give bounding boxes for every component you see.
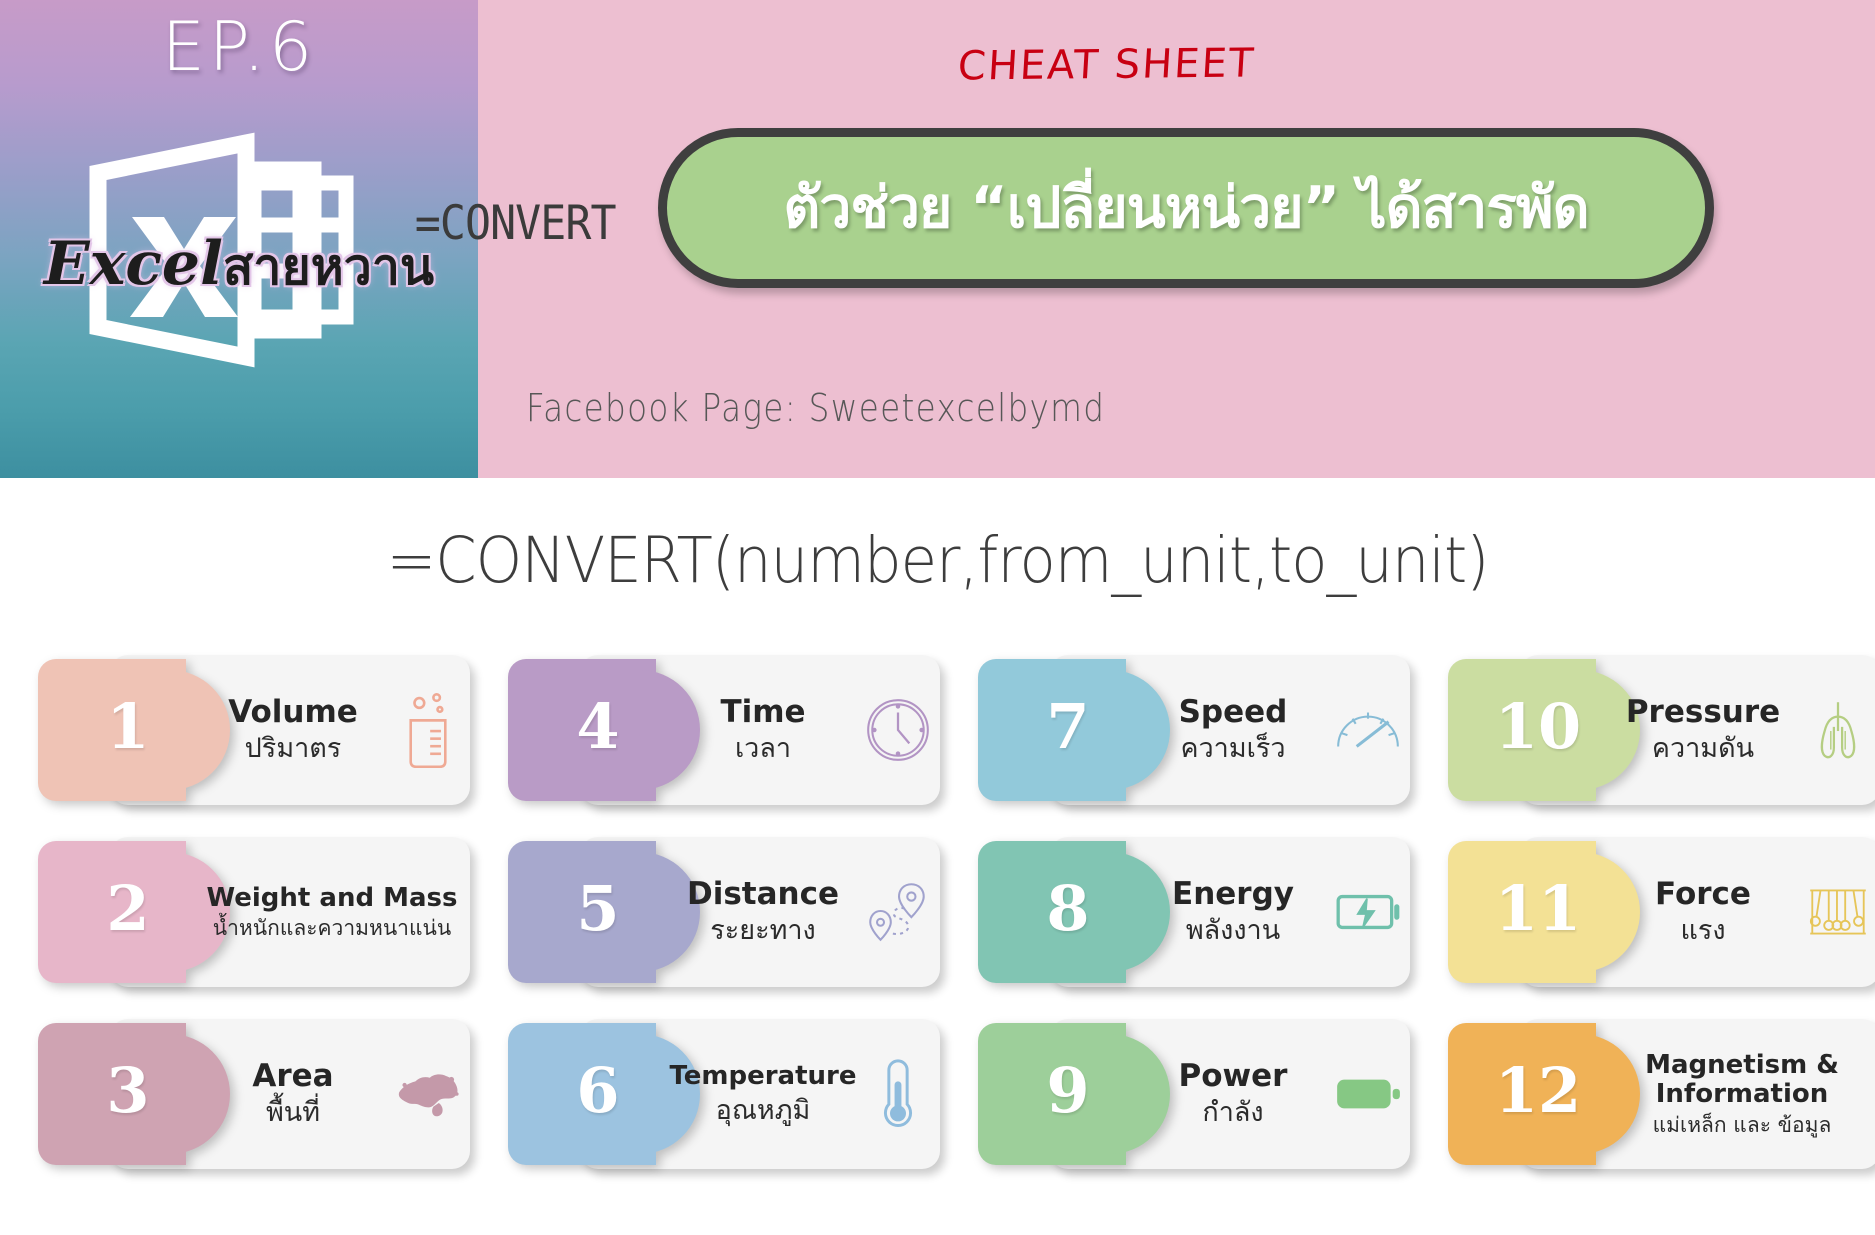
card-distance[interactable]: 5 Distance ระยะทาง <box>508 837 940 987</box>
brand-script-th: สายหวาน <box>222 238 435 296</box>
card-title-th: แม่เหล็ก และ ข้อมูล <box>1652 1113 1832 1138</box>
card-content: Temperature อุณหภูมิ <box>668 1019 940 1169</box>
card-title-en: Distance <box>686 875 840 912</box>
headline-pill: ตัวช่วย “เปลี่ยนหน่วย” ได้สารพัด <box>658 128 1714 288</box>
card-text: Force แรง <box>1608 875 1802 947</box>
card-title-th: แรง <box>1680 915 1726 947</box>
card-title-th: พลังงาน <box>1185 915 1281 947</box>
card-title-en: Energy <box>1172 875 1294 912</box>
card-energy[interactable]: 8 Energy พลังงาน <box>978 837 1410 987</box>
card-number: 6 <box>576 1053 620 1127</box>
map-icon <box>392 1054 464 1134</box>
card-temperature[interactable]: 6 Temperature อุณหภูมิ <box>508 1019 940 1169</box>
card-force[interactable]: 11 Force แรง <box>1448 837 1875 987</box>
unit-category-grid: 1 Volume ปริมาตร 4 Time เวลา 7 Speed ควา… <box>38 655 1875 1169</box>
card-title-en: Time <box>720 693 806 730</box>
header-right-panel: CHEAT SHEET =CONVERT ตัวช่วย “เปลี่ยนหน่… <box>415 0 1875 478</box>
card-text: Area พื้นที่ <box>198 1057 392 1129</box>
card-text: Volume ปริมาตร <box>198 693 392 765</box>
card-pressure[interactable]: 10 Pressure ความดัน <box>1448 655 1875 805</box>
card-content: Area พื้นที่ <box>198 1019 470 1169</box>
convert-keyword: =CONVERT <box>414 196 617 251</box>
card-text: Pressure ความดัน <box>1608 693 1802 765</box>
cheat-sheet-label: CHEAT SHEET <box>956 40 1257 90</box>
card-number: 12 <box>1494 1053 1582 1127</box>
card-title-th: พื้นที่ <box>265 1097 321 1129</box>
card-content: Weight and Mass น้ำหนักและความหนาแน่น <box>198 837 470 987</box>
card-title-en: Weight and Mass <box>206 882 458 913</box>
card-speed[interactable]: 7 Speed ความเร็ว <box>978 655 1410 805</box>
card-text: Speed ความเร็ว <box>1138 693 1332 765</box>
facebook-page-label: Facebook Page: Sweetexcelbymd <box>526 386 1106 430</box>
card-title-en: Pressure <box>1625 693 1781 730</box>
card-content: Time เวลา <box>668 655 940 805</box>
card-title-en: Magnetism & Information <box>1645 1049 1839 1109</box>
card-title-th: ระยะทาง <box>710 915 816 947</box>
card-title-th: กำลัง <box>1202 1097 1264 1129</box>
card-title-en: Temperature <box>669 1061 857 1092</box>
card-content: Distance ระยะทาง <box>668 837 940 987</box>
card-number: 5 <box>576 871 620 945</box>
card-number: 7 <box>1046 689 1090 763</box>
brand-script-en: Excel <box>43 229 223 299</box>
battery-bolt-icon <box>1332 872 1404 952</box>
card-text: Energy พลังงาน <box>1138 875 1332 947</box>
card-title-en: Area <box>252 1057 334 1094</box>
route-pin-icon <box>862 872 934 952</box>
header-banner: EP.6 Excelสายหวาน CHEAT SHEET =CONVERT ต… <box>0 0 1875 478</box>
card-number: 11 <box>1494 871 1582 945</box>
card-number: 4 <box>576 689 620 763</box>
card-content: Force แรง <box>1608 837 1875 987</box>
card-area[interactable]: 3 Area พื้นที่ <box>38 1019 470 1169</box>
clock-icon <box>862 690 934 770</box>
speedometer-icon <box>1332 690 1404 770</box>
brand-logo-panel: EP.6 Excelสายหวาน <box>0 0 478 478</box>
card-text: Time เวลา <box>668 693 862 765</box>
card-title-en: Volume <box>228 693 358 730</box>
episode-label: EP.6 <box>161 8 317 87</box>
card-content: Pressure ความดัน <box>1608 655 1875 805</box>
card-text: Weight and Mass น้ำหนักและความหนาแน่น <box>198 884 470 940</box>
card-number: 10 <box>1494 689 1582 763</box>
card-title-en: Force <box>1655 875 1751 912</box>
card-power[interactable]: 9 Power กำลัง <box>978 1019 1410 1169</box>
card-text: Power กำลัง <box>1138 1057 1332 1129</box>
card-time[interactable]: 4 Time เวลา <box>508 655 940 805</box>
thermometer-icon <box>862 1054 934 1134</box>
card-title-th: ปริมาตร <box>244 733 342 765</box>
card-content: Speed ความเร็ว <box>1138 655 1410 805</box>
card-content: Volume ปริมาตร <box>198 655 470 805</box>
lungs-icon <box>1802 690 1874 770</box>
headline-pill-text: ตัวช่วย “เปลี่ยนหน่วย” ได้สารพัด <box>783 175 1589 241</box>
card-title-th: ความดัน <box>1651 733 1755 765</box>
card-weight-and-mass[interactable]: 2 Weight and Mass น้ำหนักและความหนาแน่น <box>38 837 470 987</box>
card-number: 1 <box>106 689 150 763</box>
card-content: Magnetism & Information แม่เหล็ก และ ข้อ… <box>1608 1019 1875 1169</box>
card-title-th: อุณหภูมิ <box>715 1094 811 1126</box>
battery-icon <box>1332 1054 1404 1134</box>
card-volume[interactable]: 1 Volume ปริมาตร <box>38 655 470 805</box>
card-content: Power กำลัง <box>1138 1019 1410 1169</box>
card-title-th: ความเร็ว <box>1180 733 1286 765</box>
card-number: 3 <box>106 1053 150 1127</box>
card-number: 8 <box>1046 871 1090 945</box>
card-title-en: Power <box>1178 1057 1288 1094</box>
newton-cradle-icon <box>1802 872 1874 952</box>
card-text: Distance ระยะทาง <box>668 875 862 947</box>
brand-script: Excelสายหวาน <box>0 228 478 307</box>
beaker-icon <box>392 690 464 770</box>
card-title-th: น้ำหนักและความหนาแน่น <box>212 915 452 940</box>
card-text: Magnetism & Information แม่เหล็ก และ ข้อ… <box>1608 1049 1875 1138</box>
card-magnetism-and-information[interactable]: 12 Magnetism & Information แม่เหล็ก และ … <box>1448 1019 1875 1169</box>
card-number: 2 <box>106 871 150 945</box>
card-title-th: เวลา <box>734 733 792 765</box>
card-number: 9 <box>1046 1053 1090 1127</box>
card-content: Energy พลังงาน <box>1138 837 1410 987</box>
cheat-sheet-page: EP.6 Excelสายหวาน CHEAT SHEET =CONVERT ต… <box>0 0 1875 1235</box>
card-title-en: Speed <box>1178 693 1288 730</box>
card-text: Temperature อุณหภูมิ <box>668 1062 862 1125</box>
formula-syntax: =CONVERT(number,from_unit,to_unit) <box>386 524 1490 597</box>
